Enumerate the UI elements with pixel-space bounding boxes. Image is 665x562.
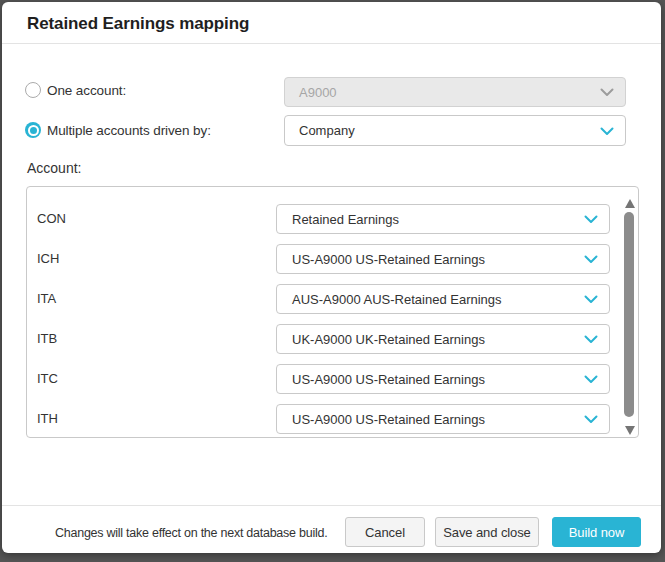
one-account-radio[interactable] bbox=[25, 82, 41, 98]
account-code-label: ITH bbox=[37, 404, 58, 434]
chevron-down-icon bbox=[584, 375, 598, 384]
save-and-close-button[interactable]: Save and close bbox=[435, 517, 539, 547]
account-mapping-row: ITB UK-A9000 UK-Retained Earnings bbox=[27, 324, 638, 354]
one-account-option[interactable]: One account: bbox=[25, 82, 126, 98]
account-select-value: Retained Earnings bbox=[292, 212, 399, 227]
account-select[interactable]: US-A9000 US-Retained Earnings bbox=[276, 404, 610, 434]
account-code-label: ITC bbox=[37, 364, 58, 394]
multiple-accounts-radio[interactable] bbox=[25, 122, 41, 138]
account-code-label: CON bbox=[37, 204, 66, 234]
chevron-down-icon bbox=[600, 127, 614, 136]
one-account-select: A9000 bbox=[284, 77, 626, 107]
account-select[interactable]: UK-A9000 UK-Retained Earnings bbox=[276, 324, 610, 354]
driver-select[interactable]: Company bbox=[284, 115, 626, 146]
account-code-label: ITA bbox=[37, 284, 56, 314]
scroll-up-arrow-icon[interactable] bbox=[625, 199, 635, 208]
account-mapping-row: ITH US-A9000 US-Retained Earnings bbox=[27, 404, 638, 434]
build-now-button[interactable]: Build now bbox=[552, 517, 641, 547]
account-mapping-row: ITC US-A9000 US-Retained Earnings bbox=[27, 364, 638, 394]
account-select-value: US-A9000 US-Retained Earnings bbox=[292, 252, 485, 267]
footer-note: Changes will take effect on the next dat… bbox=[55, 526, 327, 540]
cancel-button[interactable]: Cancel bbox=[345, 517, 425, 547]
account-mapping-panel: CON Retained Earnings ICH US-A9000 US-Re… bbox=[26, 186, 639, 438]
account-select[interactable]: Retained Earnings bbox=[276, 204, 610, 234]
account-select[interactable]: US-A9000 US-Retained Earnings bbox=[276, 244, 610, 274]
account-select-value: US-A9000 US-Retained Earnings bbox=[292, 412, 485, 427]
account-select-value: UK-A9000 UK-Retained Earnings bbox=[292, 332, 485, 347]
account-section-label: Account: bbox=[27, 160, 81, 176]
chevron-down-icon bbox=[584, 255, 598, 264]
multiple-accounts-label: Multiple accounts driven by: bbox=[47, 123, 211, 138]
footer-divider bbox=[2, 505, 661, 506]
one-account-label: One account: bbox=[47, 83, 126, 98]
account-select[interactable]: US-A9000 US-Retained Earnings bbox=[276, 364, 610, 394]
scroll-down-arrow-icon[interactable] bbox=[625, 426, 635, 435]
account-mapping-row: ITA AUS-A9000 AUS-Retained Earnings bbox=[27, 284, 638, 314]
retained-earnings-mapping-dialog: Retained Earnings mapping One account: A… bbox=[2, 2, 661, 553]
multiple-accounts-option[interactable]: Multiple accounts driven by: bbox=[25, 122, 211, 138]
header-divider bbox=[2, 43, 661, 44]
chevron-down-icon bbox=[584, 215, 598, 224]
panel-scrollbar[interactable] bbox=[622, 188, 637, 436]
chevron-down-icon bbox=[584, 335, 598, 344]
driver-select-value: Company bbox=[299, 123, 355, 138]
one-account-select-value: A9000 bbox=[299, 85, 337, 100]
chevron-down-icon bbox=[584, 295, 598, 304]
account-code-label: ICH bbox=[37, 244, 59, 274]
account-code-label: ITB bbox=[37, 324, 57, 354]
account-select-value: AUS-A9000 AUS-Retained Earnings bbox=[292, 292, 502, 307]
account-select[interactable]: AUS-A9000 AUS-Retained Earnings bbox=[276, 284, 610, 314]
chevron-down-icon bbox=[584, 415, 598, 424]
account-mapping-row: ICH US-A9000 US-Retained Earnings bbox=[27, 244, 638, 274]
dialog-title: Retained Earnings mapping bbox=[27, 14, 249, 34]
account-mapping-row: CON Retained Earnings bbox=[27, 204, 638, 234]
account-select-value: US-A9000 US-Retained Earnings bbox=[292, 372, 485, 387]
chevron-down-icon bbox=[600, 88, 614, 97]
scrollbar-thumb[interactable] bbox=[624, 212, 634, 417]
